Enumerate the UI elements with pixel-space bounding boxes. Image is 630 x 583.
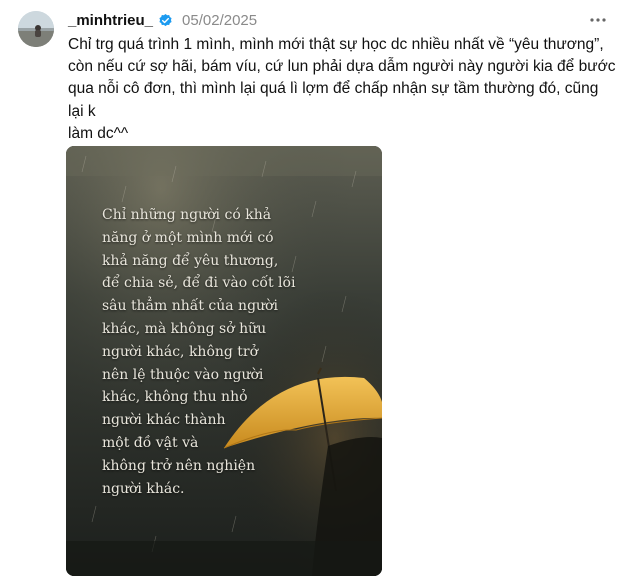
verified-badge-icon <box>158 13 173 28</box>
avatar[interactable] <box>18 11 54 47</box>
post-image[interactable]: Chỉ những người có khả năng ở một mình m… <box>66 146 382 576</box>
post-card: _minhtrieu_ 05/02/2025 Chỉ trg quá trình… <box>0 0 630 583</box>
image-quote-text: Chỉ những người có khả năng ở một mình m… <box>102 207 296 497</box>
post-date: 05/02/2025 <box>182 11 258 29</box>
avatar-photo <box>18 11 54 47</box>
more-options-icon[interactable] <box>586 10 610 30</box>
username[interactable]: _minhtrieu_ <box>68 12 153 29</box>
post-header: _minhtrieu_ 05/02/2025 <box>68 10 257 30</box>
